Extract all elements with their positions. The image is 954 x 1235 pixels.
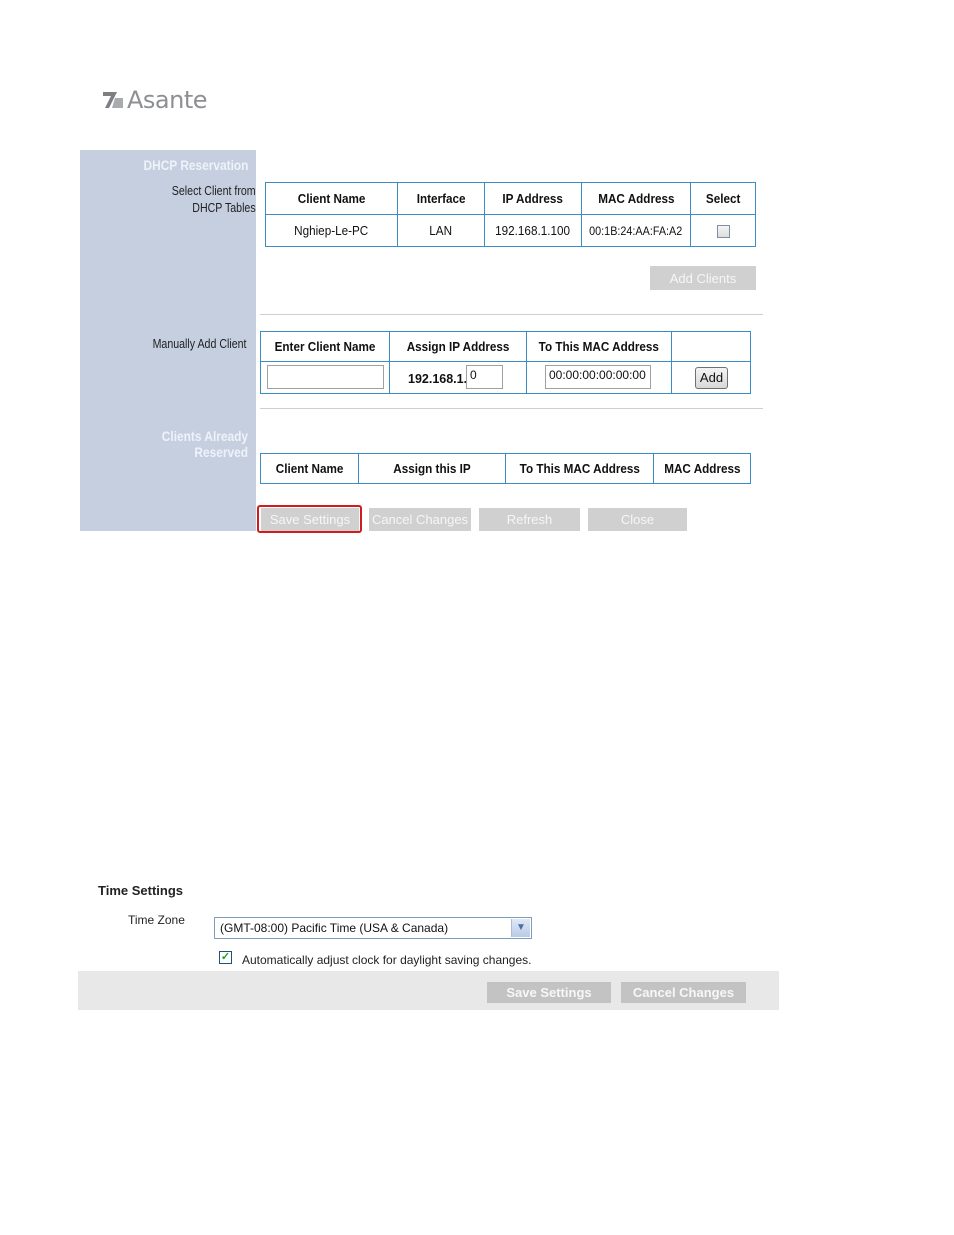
cell-mac: 00:1B:24:AA:FA:A2: [581, 214, 691, 247]
daylight-saving-label: Automatically adjust clock for daylight …: [242, 953, 532, 967]
cell-ip: 192.168.1.100: [484, 214, 582, 247]
ip-prefix-label: 192.168.1.: [408, 372, 468, 386]
col-assign-this-ip-label: Assign this IP: [393, 461, 471, 476]
select-client-label-line1: Select Client from: [172, 184, 256, 198]
logo-text: Asante: [127, 86, 208, 114]
col-mac-address: MAC Address: [581, 182, 691, 215]
col-select: Select: [690, 182, 756, 215]
col-select-label: Select: [705, 191, 741, 206]
mac-address-input[interactable]: 00:00:00:00:00:00: [545, 365, 651, 389]
col-assign-ip-label: Assign IP Address: [406, 339, 510, 354]
col-ip-address: IP Address: [484, 182, 582, 215]
cell-select: [690, 214, 756, 247]
col-reserved-to-mac-label: To This MAC Address: [519, 461, 640, 476]
asante-logo: Asante: [103, 86, 208, 114]
col-reserved-client-name-label: Client Name: [275, 461, 344, 476]
divider: [260, 314, 763, 315]
client-name-input[interactable]: [267, 365, 384, 389]
chevron-down-icon[interactable]: ▼: [511, 919, 530, 937]
refresh-button[interactable]: Refresh: [479, 508, 580, 531]
cancel-changes-button[interactable]: Cancel Changes: [369, 508, 471, 531]
manually-add-client-label: Manually Add Client: [152, 337, 246, 351]
col-enter-client-name-label: Enter Client Name: [274, 339, 376, 354]
col-client-name-label: Client Name: [297, 191, 366, 206]
cell-client-name: Nghiep-Le-PC: [265, 214, 398, 247]
clients-already-reserved-heading: Clients Already Reserved: [161, 428, 248, 460]
checkmark-icon: ✓: [220, 951, 231, 963]
col-assign-ip: Assign IP Address: [389, 331, 527, 362]
col-ip-address-label: IP Address: [502, 191, 564, 206]
daylight-saving-checkbox[interactable]: ✓: [219, 951, 232, 964]
close-button[interactable]: Close: [588, 508, 687, 531]
select-client-label: Select Client from DHCP Tables: [172, 183, 256, 217]
reserved-header-row: Client Name Assign this IP To This MAC A…: [260, 453, 751, 484]
time-save-settings-button[interactable]: Save Settings: [487, 982, 611, 1003]
divider: [260, 408, 763, 409]
time-zone-value: (GMT-08:00) Pacific Time (USA & Canada): [220, 921, 449, 935]
col-interface: Interface: [397, 182, 485, 215]
col-reserved-mac-label: MAC Address: [663, 461, 741, 476]
save-settings-highlight: [257, 505, 362, 533]
select-client-checkbox[interactable]: [716, 225, 730, 239]
col-mac-address-label: MAC Address: [597, 191, 675, 206]
col-reserved-to-mac: To This MAC Address: [505, 453, 655, 484]
cell-interface: LAN: [397, 214, 485, 247]
mac-value: 00:1B:24:AA:FA:A2: [589, 223, 683, 238]
time-settings-title: Time Settings: [98, 883, 184, 898]
col-reserved-mac: MAC Address: [653, 453, 751, 484]
col-client-name: Client Name: [265, 182, 398, 215]
add-button[interactable]: Add: [695, 367, 728, 389]
table-row: Nghiep-Le-PC LAN 192.168.1.100 00:1B:24:…: [265, 214, 756, 247]
ip-value: 192.168.1.100: [495, 223, 571, 238]
dhcp-sidebar: DHCP Reservation Select Client from DHCP…: [80, 150, 256, 531]
reserved-clients-table: Client Name Assign this IP To This MAC A…: [260, 453, 751, 484]
col-to-mac: To This MAC Address: [526, 331, 672, 362]
interface-value: LAN: [429, 223, 453, 238]
add-clients-button[interactable]: Add Clients: [650, 266, 756, 290]
col-to-mac-label: To This MAC Address: [538, 339, 660, 354]
time-zone-label: Time Zone: [128, 913, 185, 927]
col-enter-client-name: Enter Client Name: [260, 331, 390, 362]
select-client-label-line2: DHCP Tables: [192, 201, 256, 215]
time-cancel-changes-button[interactable]: Cancel Changes: [621, 982, 746, 1003]
col-add: [671, 331, 751, 362]
col-assign-this-ip: Assign this IP: [357, 453, 507, 484]
client-name-value: Nghiep-Le-PC: [294, 223, 369, 238]
col-interface-label: Interface: [416, 191, 466, 206]
manual-header-row: Enter Client Name Assign IP Address To T…: [260, 331, 751, 362]
dhcp-reservation-heading: DHCP Reservation: [143, 157, 248, 173]
asante-logo-icon: [103, 92, 123, 108]
dhcp-clients-table: Client Name Interface IP Address MAC Add…: [265, 182, 756, 247]
time-zone-select[interactable]: (GMT-08:00) Pacific Time (USA & Canada) …: [214, 917, 532, 939]
col-reserved-client-name: Client Name: [260, 453, 359, 484]
table-header-row: Client Name Interface IP Address MAC Add…: [265, 182, 756, 215]
ip-last-octet-input[interactable]: 0: [466, 365, 503, 389]
